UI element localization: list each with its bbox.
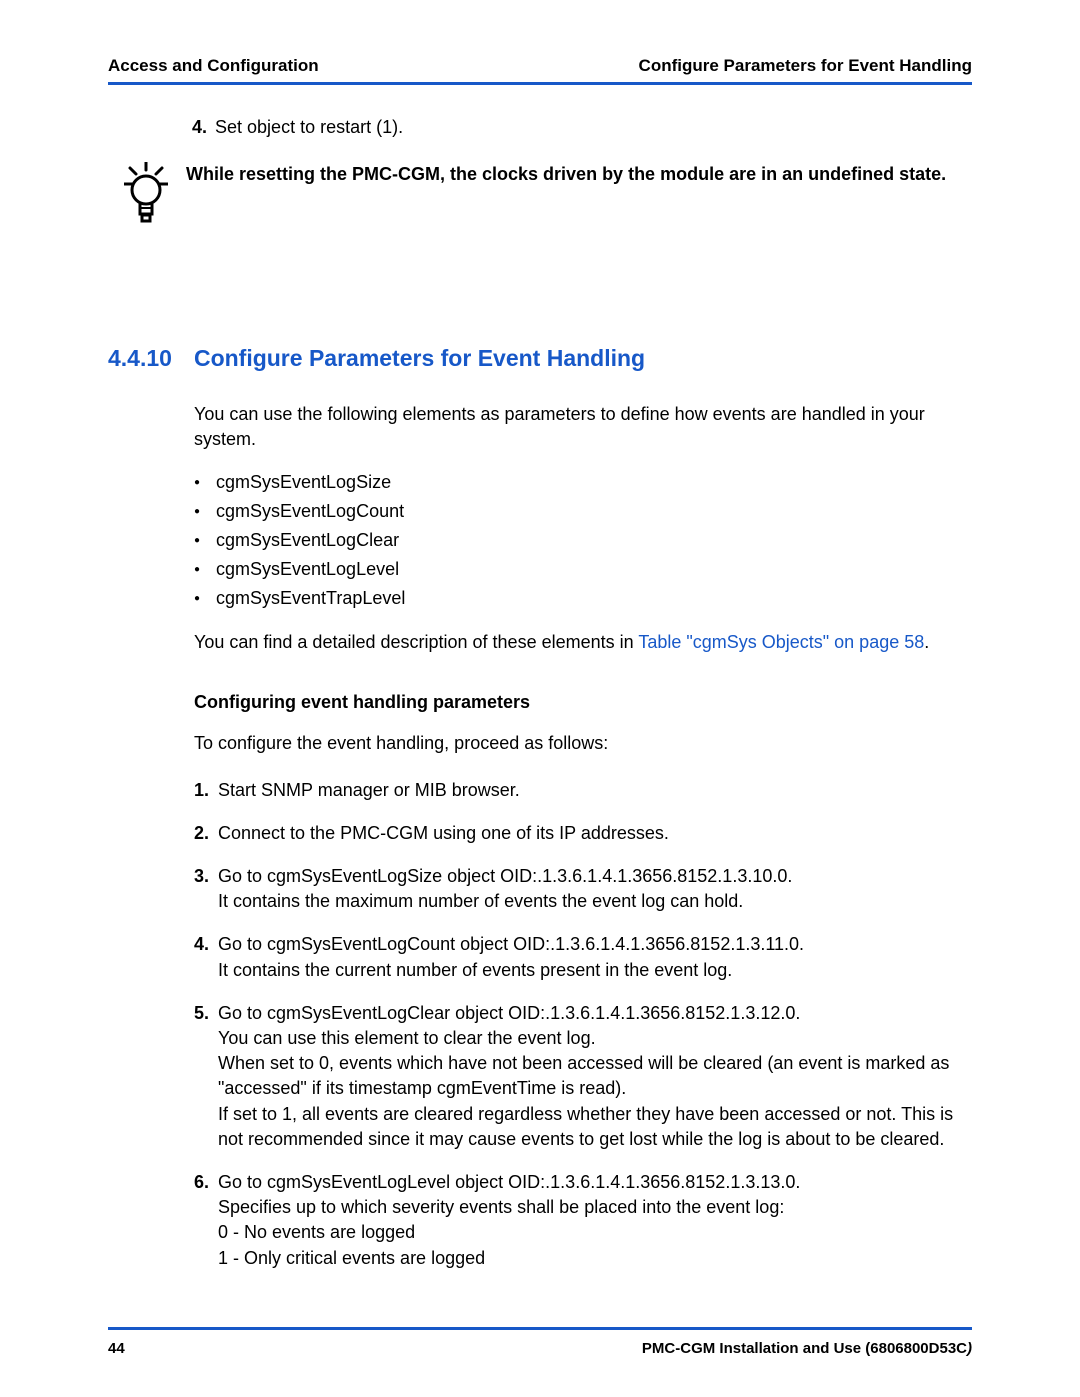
procedure-steps: Start SNMP manager or MIB browser. Conne… — [194, 778, 972, 1271]
step-item: Go to cgmSysEventLogSize object OID:.1.3… — [194, 864, 972, 914]
page-header: Access and Configuration Configure Param… — [108, 56, 972, 85]
tip-callout: While resetting the PMC-CGM, the clocks … — [108, 162, 972, 237]
sub-intro: To configure the event handling, proceed… — [194, 731, 972, 756]
ref-prefix: You can find a detailed description of t… — [194, 632, 638, 652]
bullet-item: cgmSysEventLogLevel — [194, 555, 972, 584]
header-left: Access and Configuration — [108, 56, 319, 76]
subheading: Configuring event handling parameters — [194, 692, 972, 713]
prior-step-text: Set object to restart (1). — [215, 117, 403, 137]
page-number: 44 — [108, 1340, 125, 1357]
reference-paragraph: You can find a detailed description of t… — [194, 630, 972, 655]
header-right: Configure Parameters for Event Handling — [639, 56, 972, 76]
bullet-item: cgmSysEventTrapLevel — [194, 584, 972, 613]
step-item: Start SNMP manager or MIB browser. — [194, 778, 972, 803]
section-heading: 4.4.10 Configure Parameters for Event Ha… — [108, 345, 972, 372]
section-number: 4.4.10 — [108, 345, 172, 372]
page-footer: 44 PMC-CGM Installation and Use (6806800… — [108, 1327, 972, 1357]
bullet-item: cgmSysEventLogClear — [194, 526, 972, 555]
tip-text: While resetting the PMC-CGM, the clocks … — [186, 162, 946, 186]
section-intro: You can use the following elements as pa… — [194, 402, 972, 452]
ref-suffix: . — [924, 632, 929, 652]
prior-step: 4. Set object to restart (1). — [192, 117, 972, 138]
footer-doc-title: PMC-CGM Installation and Use (6806800D53… — [642, 1340, 972, 1357]
lightbulb-icon — [124, 162, 168, 237]
step-item: Go to cgmSysEventLogCount object OID:.1.… — [194, 932, 972, 982]
section-title: Configure Parameters for Event Handling — [194, 345, 645, 372]
prior-step-number: 4. — [192, 117, 207, 137]
bullet-item: cgmSysEventLogSize — [194, 468, 972, 497]
parameter-bullets: cgmSysEventLogSize cgmSysEventLogCount c… — [194, 468, 972, 612]
cross-ref-link[interactable]: Table "cgmSys Objects" on page 58 — [638, 632, 924, 652]
step-item: Go to cgmSysEventLogClear object OID:.1.… — [194, 1001, 972, 1152]
step-item: Go to cgmSysEventLogLevel object OID:.1.… — [194, 1170, 972, 1271]
step-item: Connect to the PMC-CGM using one of its … — [194, 821, 972, 846]
bullet-item: cgmSysEventLogCount — [194, 497, 972, 526]
